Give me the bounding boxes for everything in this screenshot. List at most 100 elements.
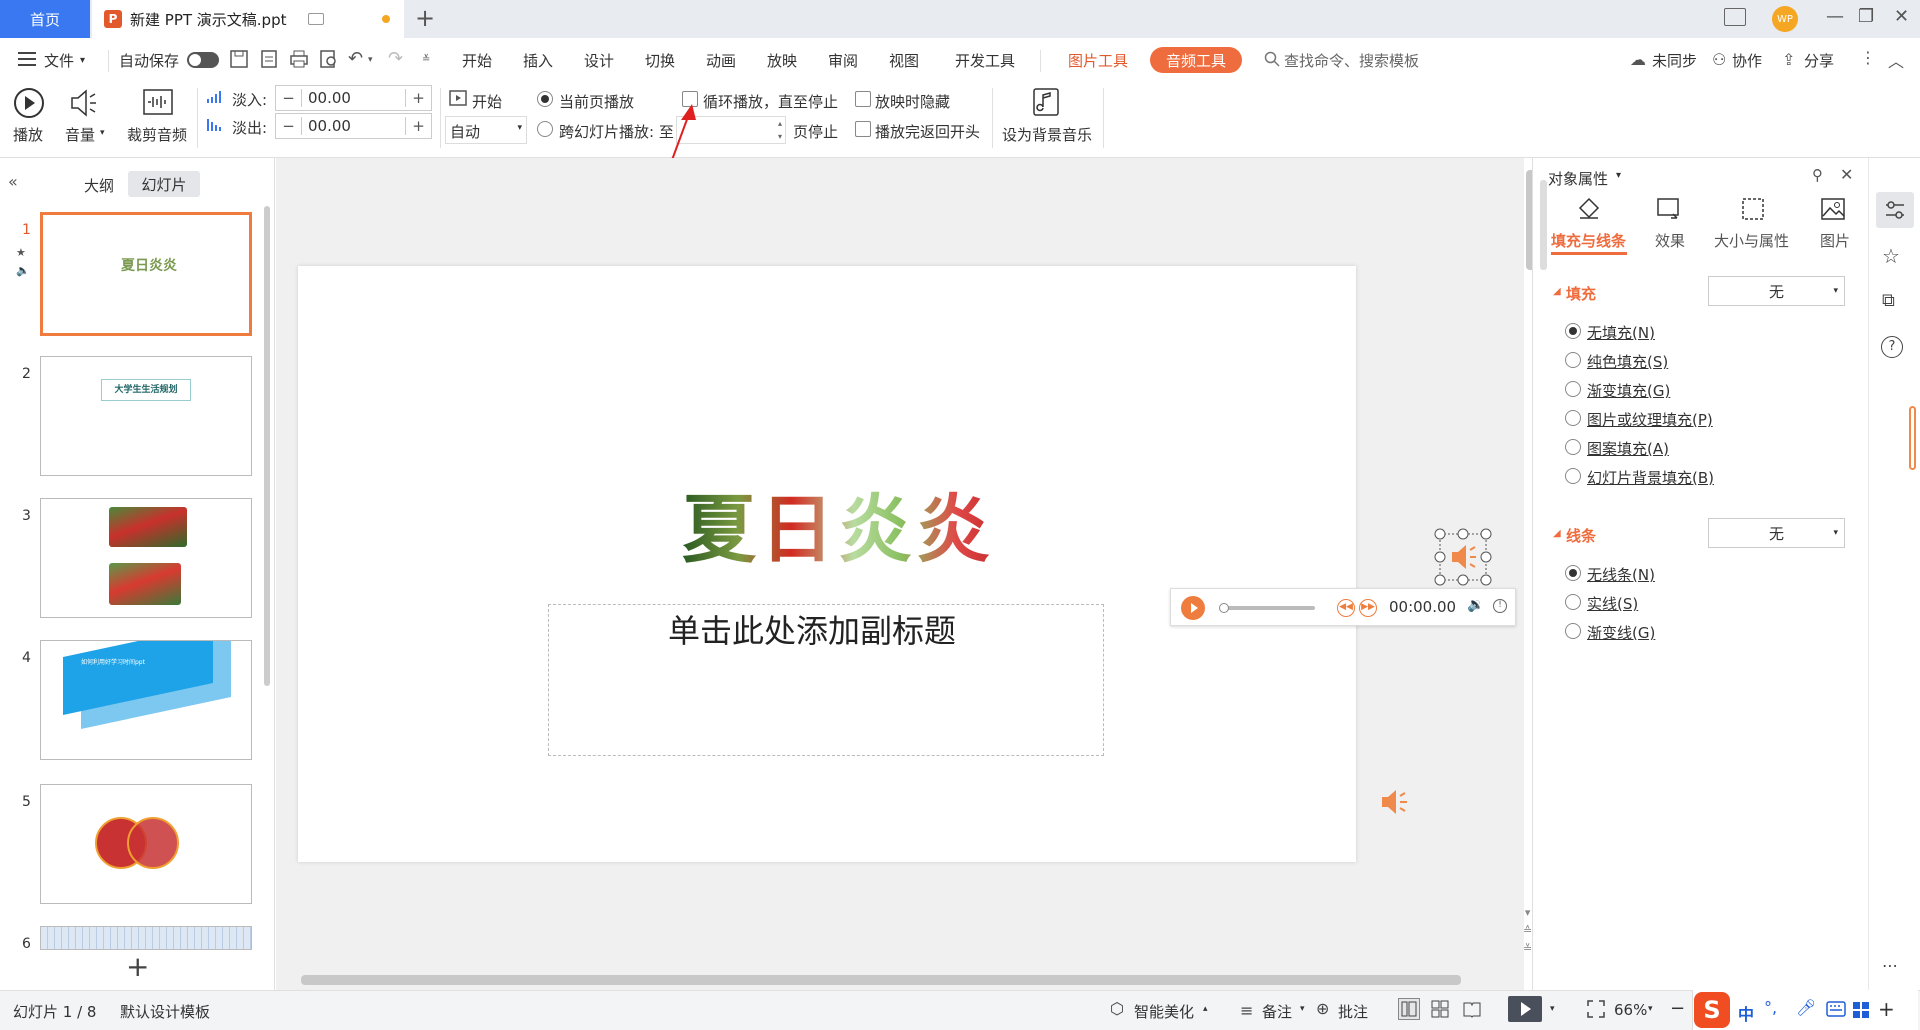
collapse-panel-icon[interactable]: « <box>8 172 18 191</box>
export-pdf-icon[interactable] <box>260 50 278 68</box>
zoom-in-button[interactable]: + <box>1878 997 1895 1021</box>
hide-on-show-checkbox[interactable] <box>855 91 871 107</box>
new-tab-button[interactable]: + <box>415 4 435 32</box>
rewind-icon[interactable]: ◀◀ <box>1337 599 1355 617</box>
fade-in-decrement[interactable]: − <box>276 89 302 107</box>
reading-view-icon[interactable] <box>1462 999 1482 1019</box>
tab-view[interactable]: 视图 <box>889 50 919 71</box>
start-mode-select[interactable]: 自动 ▾ <box>445 116 527 144</box>
line-option-solid[interactable]: 实线(S) <box>1587 593 1638 614</box>
chevron-up-icon[interactable]: ▴ <box>1203 1004 1208 1014</box>
fade-in-value[interactable]: 00.00 <box>302 89 405 107</box>
sogou-ime-icon[interactable]: S <box>1694 992 1730 1028</box>
tab-audio-tools[interactable]: 音频工具 <box>1150 47 1242 73</box>
ime-language[interactable]: 中 <box>1738 1001 1754 1025</box>
audio-progress-bar[interactable] <box>1219 603 1315 613</box>
print-icon[interactable] <box>290 50 308 68</box>
fill-option-pattern[interactable]: 图案填充(A) <box>1587 438 1669 459</box>
rewind-checkbox[interactable] <box>855 121 871 137</box>
slide-title[interactable]: 夏日炎炎 <box>682 470 994 577</box>
line-section-title[interactable]: 线条 <box>1566 525 1596 546</box>
template-name[interactable]: 默认设计模板 <box>120 1001 210 1022</box>
redo-icon[interactable]: ↷ <box>388 48 403 69</box>
save-icon[interactable] <box>230 50 248 68</box>
fill-option-radio[interactable] <box>1565 410 1581 426</box>
collapse-ribbon-icon[interactable]: ︿ <box>1888 48 1904 72</box>
chevron-down-icon[interactable]: ▾ <box>1550 1004 1555 1014</box>
fill-option-picture[interactable]: 图片或纹理填充(P) <box>1587 409 1713 430</box>
current-page-radio[interactable] <box>537 91 553 107</box>
collaborate-button[interactable]: 协作 <box>1732 50 1762 71</box>
punctuation-icon[interactable]: °, <box>1764 998 1777 1017</box>
fast-forward-icon[interactable]: ▶▶ <box>1359 599 1377 617</box>
tab-transition[interactable]: 切换 <box>645 50 675 71</box>
trim-audio-icon[interactable] <box>142 88 174 118</box>
chevron-down-icon[interactable]: ▾ <box>80 55 85 66</box>
sidebar-scroll-indicator[interactable] <box>1909 406 1916 470</box>
tab-fill-and-line[interactable]: 填充与线条 <box>1551 230 1626 251</box>
trim-audio-label[interactable]: 裁剪音频 <box>127 124 187 145</box>
maximize-button[interactable]: ❐ <box>1858 6 1874 27</box>
comments-button[interactable]: 批注 <box>1338 1001 1368 1022</box>
tab-home[interactable]: 开始 <box>462 50 492 71</box>
tab-picture[interactable]: 图片 <box>1820 230 1850 251</box>
pin-icon[interactable]: ⚲ <box>1812 166 1823 184</box>
zoom-level[interactable]: 66% <box>1614 1001 1647 1019</box>
quick-access-more-icon[interactable]: ≚ <box>422 54 430 65</box>
share-button[interactable]: 分享 <box>1804 50 1834 71</box>
tab-effects[interactable]: 效果 <box>1655 230 1685 251</box>
slide-sorter-icon[interactable] <box>1430 999 1450 1019</box>
fill-option-none[interactable]: 无填充(N) <box>1587 322 1655 343</box>
more-icon[interactable]: ⋯ <box>1882 956 1898 975</box>
line-option-radio[interactable] <box>1565 594 1581 610</box>
play-button-label[interactable]: 播放 <box>13 124 43 145</box>
volume-icon[interactable] <box>68 88 100 118</box>
tab-insert[interactable]: 插入 <box>523 50 553 71</box>
avatar[interactable]: WP <box>1772 6 1798 32</box>
fill-option-radio[interactable] <box>1565 381 1581 397</box>
sync-status[interactable]: 未同步 <box>1652 50 1697 71</box>
fill-option-radio[interactable] <box>1565 352 1581 368</box>
slide-thumbnail-5[interactable] <box>40 784 252 904</box>
fill-option-radio[interactable] <box>1565 439 1581 455</box>
tab-slideshow[interactable]: 放映 <box>767 50 797 71</box>
screen-icon[interactable] <box>308 13 325 25</box>
slide-thumbnail-2[interactable]: 大学生生活规划 <box>40 356 252 476</box>
fade-out-stepper[interactable]: − 00.00 + <box>275 113 432 139</box>
volume-button-label[interactable]: 音量 <box>65 124 95 145</box>
zoom-out-button[interactable]: − <box>1670 998 1685 1019</box>
line-type-select[interactable]: 无 ▾ <box>1708 518 1845 548</box>
line-option-none[interactable]: 无线条(N) <box>1587 564 1655 585</box>
chevron-down-icon[interactable]: ▾ <box>1648 1004 1653 1014</box>
minimize-button[interactable]: — <box>1826 6 1844 27</box>
fill-section-title[interactable]: 填充 <box>1566 283 1596 304</box>
hamburger-icon[interactable] <box>18 52 36 66</box>
layout-icon[interactable] <box>1724 8 1746 26</box>
command-search[interactable]: 查找命令、搜索模板 <box>1284 50 1419 71</box>
slide-thumbnail-3[interactable] <box>40 498 252 618</box>
tab-size-and-properties[interactable]: 大小与属性 <box>1714 230 1789 251</box>
close-button[interactable]: ✕ <box>1894 6 1909 27</box>
audio-object-selected[interactable] <box>1434 528 1492 586</box>
toolbox-icon[interactable] <box>1852 1001 1870 1019</box>
transition-icon[interactable]: ⧉ <box>1882 290 1895 311</box>
fill-option-solid[interactable]: 纯色填充(S) <box>1587 351 1668 372</box>
animation-icon[interactable]: ☆ <box>1882 244 1900 268</box>
notes-button[interactable]: 备注 <box>1262 1001 1292 1022</box>
properties-sidebar-button[interactable] <box>1876 192 1914 228</box>
fill-option-radio[interactable] <box>1565 323 1581 339</box>
tab-outline[interactable]: 大纲 <box>84 175 114 196</box>
smart-beautify-button[interactable]: 智能美化 <box>1134 1001 1194 1022</box>
play-icon[interactable] <box>1181 596 1205 620</box>
normal-view-icon[interactable] <box>1398 998 1420 1020</box>
slide-thumbnail-1[interactable]: 夏日炎炎 <box>40 212 252 336</box>
fade-in-stepper[interactable]: − 00.00 + <box>275 85 432 111</box>
line-option-radio[interactable] <box>1565 623 1581 639</box>
background-music-icon[interactable] <box>1032 87 1060 117</box>
autosave-toggle[interactable] <box>187 52 219 68</box>
undo-dropdown-icon[interactable]: ▾ <box>368 55 373 65</box>
page-navigation-icons[interactable]: ▾ ≙ ≚ <box>1523 904 1532 958</box>
properties-scrollbar[interactable] <box>1540 180 1547 270</box>
subtitle-placeholder-text[interactable]: 单击此处添加副标题 <box>668 606 956 652</box>
fade-out-increment[interactable]: + <box>405 117 431 135</box>
